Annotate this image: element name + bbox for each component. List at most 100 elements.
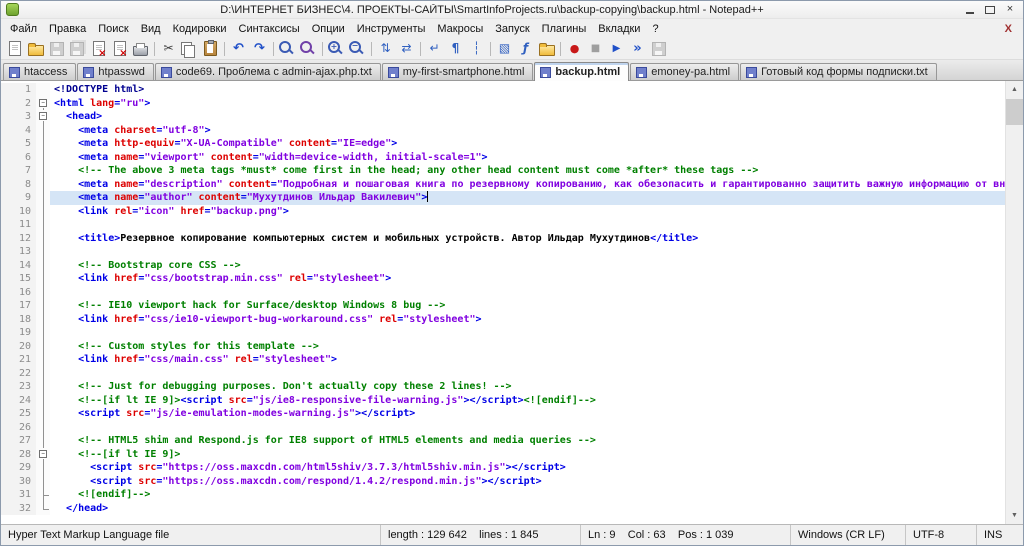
code-line[interactable]: 17 <!-- IE10 viewport hack for Surface/d…: [1, 299, 1005, 313]
zoom-out-button[interactable]: [347, 39, 368, 58]
copy-button[interactable]: [179, 39, 200, 58]
fold-margin: [36, 461, 50, 475]
code-line[interactable]: 27 <!-- HTML5 shim and Respond.js for IE…: [1, 434, 1005, 448]
code-line[interactable]: 19: [1, 326, 1005, 340]
fold-margin: [36, 501, 50, 515]
fold-margin: [36, 366, 50, 380]
find-button[interactable]: [277, 39, 298, 58]
cut-button[interactable]: ✂: [158, 39, 179, 58]
code-line[interactable]: 24 <!--[if lt IE 9]><script src="js/ie8-…: [1, 393, 1005, 407]
sync-horizontal-button[interactable]: ⇄: [396, 39, 417, 58]
tab-htpasswd[interactable]: htpasswd: [77, 63, 154, 80]
tab-subscribe-form-code[interactable]: Готовый код формы подписки.txt: [740, 63, 937, 80]
run-macro-multi-button[interactable]: »: [627, 39, 648, 58]
code-line[interactable]: 3− <head>: [1, 110, 1005, 124]
menu-settings[interactable]: Опции: [306, 21, 351, 37]
tab-code69-admin-ajax[interactable]: code69. Проблема с admin-ajax.php.txt: [154, 63, 381, 80]
code-line[interactable]: 5 <meta http-equiv="X-UA-Compatible" con…: [1, 137, 1005, 151]
code-line[interactable]: 4 <meta charset="utf-8">: [1, 123, 1005, 137]
code-line[interactable]: 7 <!-- The above 3 meta tags *must* come…: [1, 164, 1005, 178]
show-all-chars-button[interactable]: ¶: [445, 39, 466, 58]
maximize-button[interactable]: [980, 2, 1000, 17]
menu-tools[interactable]: Инструменты: [351, 21, 432, 37]
toolbar-separator: [273, 41, 274, 56]
tab-htaccess[interactable]: htaccess: [3, 63, 77, 80]
doc-map-button[interactable]: ▧: [494, 39, 515, 58]
code-line[interactable]: 25 <script src="js/ie-emulation-modes-wa…: [1, 407, 1005, 421]
code-line[interactable]: 10 <link rel="icon" href="backup.png">: [1, 204, 1005, 218]
code-line[interactable]: 26: [1, 420, 1005, 434]
code-line[interactable]: 8 <meta name="description" content="Подр…: [1, 177, 1005, 191]
tab-backup[interactable]: backup.html: [534, 62, 630, 81]
menu-search[interactable]: Поиск: [92, 21, 134, 37]
menubar-close-button[interactable]: X: [997, 23, 1020, 35]
code-line[interactable]: 29 <script src="https://oss.maxcdn.com/h…: [1, 461, 1005, 475]
menu-help[interactable]: ?: [646, 21, 664, 37]
word-wrap-button[interactable]: ↵: [424, 39, 445, 58]
code-line[interactable]: 2− <html lang="ru">: [1, 96, 1005, 110]
scrollbar-thumb[interactable]: [1006, 99, 1023, 125]
editor-text-area[interactable]: 1 <!DOCTYPE html> 2− <html lang="ru"> 3− <he…: [1, 81, 1005, 524]
redo-button[interactable]: ↷: [249, 39, 270, 58]
code-line[interactable]: 9 <meta name="author" content="Мухутдино…: [1, 191, 1005, 205]
code-line[interactable]: 31 <![endif]-->: [1, 488, 1005, 502]
play-macro-button[interactable]: ▶: [606, 39, 627, 58]
sync-vertical-button[interactable]: ⇅: [375, 39, 396, 58]
record-macro-button[interactable]: ●: [564, 39, 585, 58]
scrollbar-track[interactable]: [1006, 98, 1023, 507]
menu-run[interactable]: Запуск: [489, 21, 535, 37]
code-line[interactable]: 12 <title>Резервное копирование компьюте…: [1, 231, 1005, 245]
menu-encoding[interactable]: Кодировки: [167, 21, 233, 37]
close-file-button[interactable]: [88, 39, 109, 59]
open-folder-button[interactable]: [25, 39, 46, 58]
scroll-down-arrow-icon[interactable]: ▼: [1006, 507, 1023, 524]
menu-window-tabs[interactable]: Вкладки: [592, 21, 646, 37]
fold-toggle[interactable]: −: [36, 96, 50, 110]
redo-icon: ↷: [254, 41, 265, 56]
code-line[interactable]: 6 <meta name="viewport" content="width=d…: [1, 150, 1005, 164]
menu-plugins[interactable]: Плагины: [536, 21, 593, 37]
zoom-in-button[interactable]: [326, 39, 347, 58]
play-macro-icon: ▶: [612, 43, 621, 54]
code-line[interactable]: 13: [1, 245, 1005, 259]
paste-button[interactable]: [200, 39, 221, 58]
code-line[interactable]: 11: [1, 218, 1005, 232]
new-file-button[interactable]: [4, 39, 25, 58]
code-line[interactable]: 28− <!--[if lt IE 9]>: [1, 447, 1005, 461]
code-line[interactable]: 16: [1, 285, 1005, 299]
replace-button[interactable]: [298, 39, 319, 58]
tab-emoney-pa[interactable]: emoney-pa.html: [630, 63, 740, 80]
fold-toggle[interactable]: −: [36, 110, 50, 124]
toolbar-separator: [154, 41, 155, 56]
vertical-scrollbar[interactable]: ▲ ▼: [1005, 81, 1023, 524]
minimize-button[interactable]: [960, 2, 980, 17]
menu-macro[interactable]: Макросы: [431, 21, 489, 37]
close-button[interactable]: ×: [1000, 2, 1020, 17]
function-list-button[interactable]: ƒ: [515, 39, 536, 58]
code-line[interactable]: 1 <!DOCTYPE html>: [1, 83, 1005, 97]
menu-edit[interactable]: Правка: [43, 21, 92, 37]
scroll-up-arrow-icon[interactable]: ▲: [1006, 81, 1023, 98]
code-line[interactable]: 18 <link href="css/ie10-viewport-bug-wor…: [1, 312, 1005, 326]
code-line[interactable]: 22: [1, 366, 1005, 380]
indent-guide-button[interactable]: ┆: [466, 39, 487, 58]
menu-view[interactable]: Вид: [135, 21, 167, 37]
folder-workspace-button[interactable]: [536, 39, 557, 58]
code-line[interactable]: 21 <link href="css/main.css" rel="styles…: [1, 353, 1005, 367]
show-all-chars-icon: ¶: [451, 41, 460, 55]
menu-language[interactable]: Синтаксисы: [233, 21, 306, 37]
code-line[interactable]: 15 <link href="css/bootstrap.min.css" re…: [1, 272, 1005, 286]
code-line[interactable]: 30 <script src="https://oss.maxcdn.com/r…: [1, 474, 1005, 488]
menu-file[interactable]: Файл: [4, 21, 43, 37]
tab-my-first-smartphone[interactable]: my-first-smartphone.html: [381, 63, 534, 80]
fold-toggle[interactable]: −: [36, 447, 50, 461]
line-number: 1: [1, 83, 36, 97]
code-line[interactable]: 32 </head>: [1, 501, 1005, 515]
close-all-button[interactable]: [109, 39, 130, 59]
print-button[interactable]: [130, 39, 151, 58]
code-line[interactable]: 20 <!-- Custom styles for this template …: [1, 339, 1005, 353]
code-line[interactable]: 23 <!-- Just for debugging purposes. Don…: [1, 380, 1005, 394]
code-line[interactable]: 14 <!-- Bootstrap core CSS -->: [1, 258, 1005, 272]
undo-button[interactable]: ↶: [228, 39, 249, 58]
